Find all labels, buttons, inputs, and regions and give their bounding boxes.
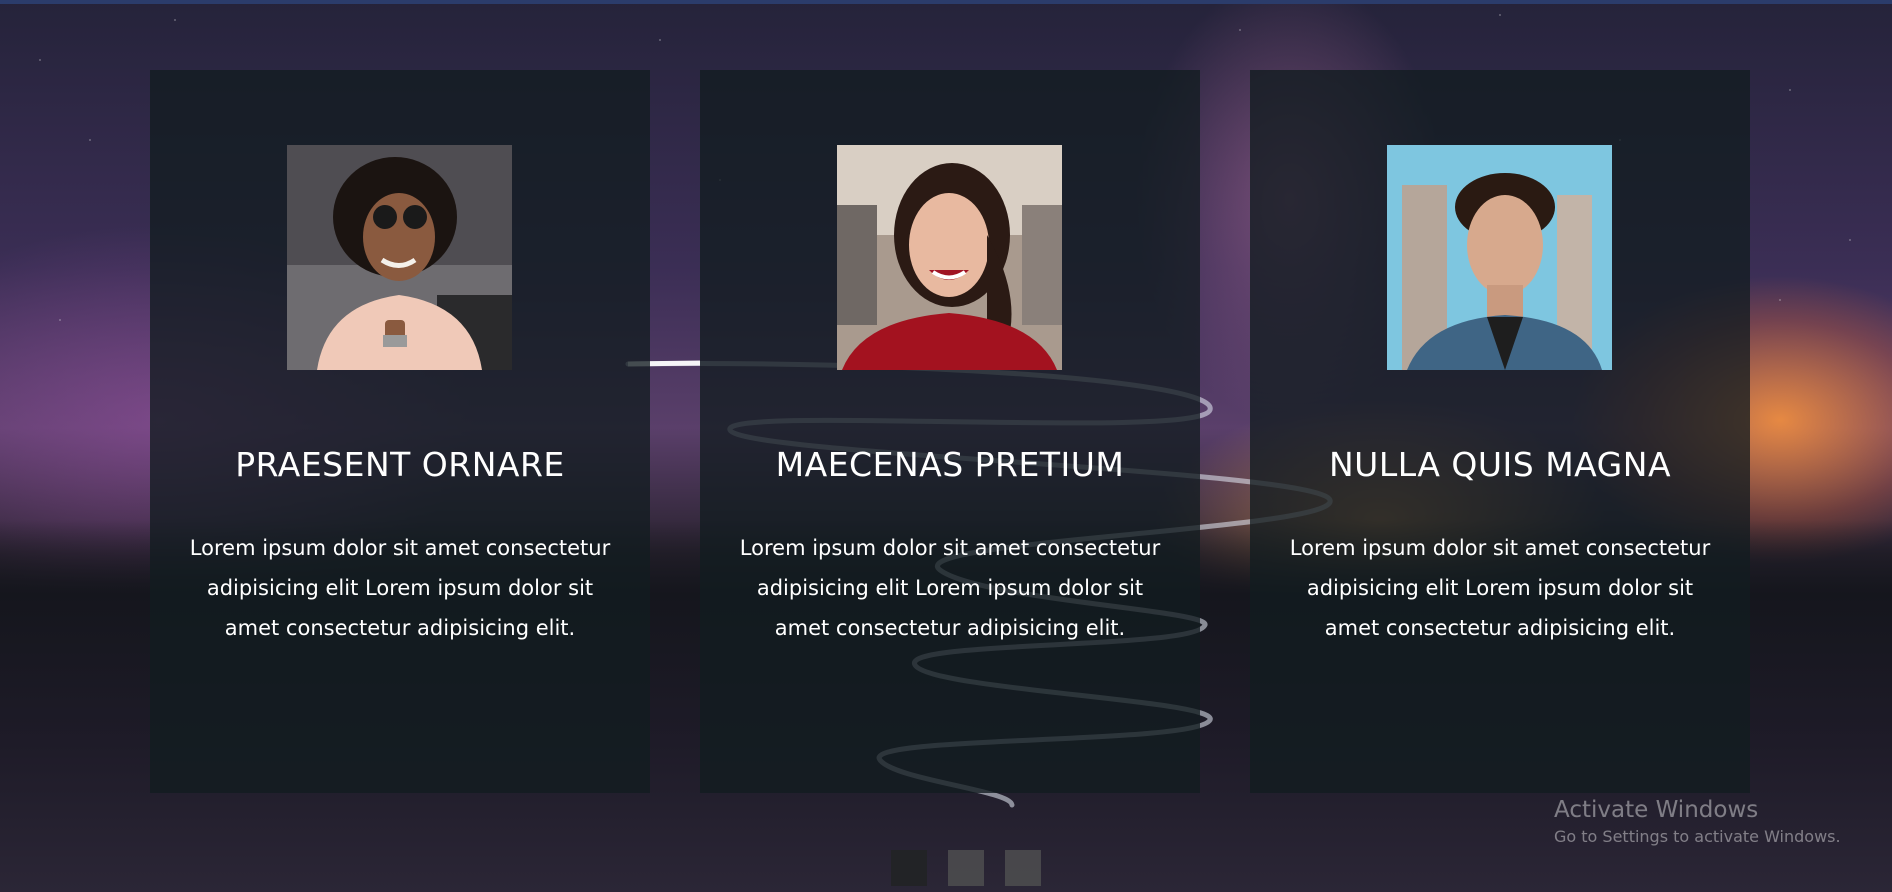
pagination-dot-2[interactable] bbox=[948, 850, 984, 886]
card-description: Lorem ipsum dolor sit amet consectetur a… bbox=[1289, 536, 1711, 640]
card-title: MAECENAS PRETIUM bbox=[775, 445, 1125, 484]
profile-photo-woman-smiling bbox=[837, 145, 1062, 370]
card-title: PRAESENT ORNARE bbox=[235, 445, 565, 484]
card-description: Lorem ipsum dolor sit amet consectetur a… bbox=[189, 536, 611, 640]
card-title: NULLA QUIS MAGNA bbox=[1328, 445, 1672, 484]
slider-pagination bbox=[891, 850, 1041, 886]
windows-activation-watermark: Activate Windows Go to Settings to activ… bbox=[1554, 796, 1841, 848]
team-card-1: PRAESENT ORNARE Lorem ipsum dolor sit am… bbox=[150, 70, 650, 793]
card-description: Lorem ipsum dolor sit amet consectetur a… bbox=[739, 536, 1161, 640]
watermark-subtitle: Go to Settings to activate Windows. bbox=[1554, 827, 1841, 846]
team-card-2: MAECENAS PRETIUM Lorem ipsum dolor sit a… bbox=[700, 70, 1200, 793]
profile-photo-woman-sunglasses bbox=[287, 145, 512, 370]
pagination-dot-3[interactable] bbox=[1005, 850, 1041, 886]
profile-photo-man-denim bbox=[1387, 145, 1612, 370]
team-card-3: NULLA QUIS MAGNA Lorem ipsum dolor sit a… bbox=[1250, 70, 1750, 793]
pagination-dot-1[interactable] bbox=[891, 850, 927, 886]
watermark-title: Activate Windows bbox=[1554, 797, 1759, 823]
